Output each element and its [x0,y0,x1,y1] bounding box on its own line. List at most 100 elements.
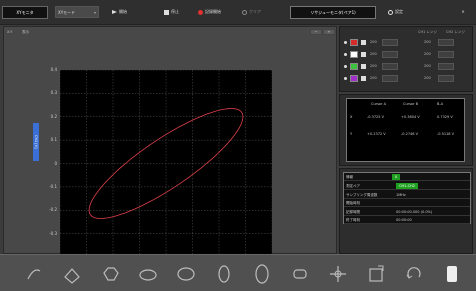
hexagon-tool-icon [103,267,119,281]
cursor-y-a: +0.2372 V [367,132,386,136]
channel-range-select-2[interactable] [438,63,454,70]
channel-row: 200 200 [344,51,470,59]
ellipse-narrow-tool-icon [218,265,230,283]
info-value: 00:00:00.000 (0.0%) [396,209,433,214]
cursor-panel: Cursor A Cursor B B-A X -0.3725 V +0.360… [339,94,473,166]
cursor-row-x-label: X [350,115,353,119]
info-row: サンプリング周波数 1MHz [344,191,470,199]
info-key: 開始時刻 [346,201,360,205]
channel-panel: CH1 レンジ CH2 レンジ 200 200 200 200 200 200 200 200 [339,26,473,92]
channel-range-select-1[interactable] [382,75,398,82]
record-button[interactable]: 記録開始 [196,6,223,18]
info-key: 測定ペア [346,184,360,188]
info-key: 終了時刻 [346,218,360,222]
channel-radio-icon[interactable] [344,77,347,80]
channel-checkbox[interactable] [361,76,366,81]
channel-row: 200 200 [344,63,470,71]
settings-button[interactable]: 設定 [386,6,405,18]
channel-color-swatch[interactable] [350,63,358,70]
channel-color-swatch[interactable] [350,39,358,46]
rounded-rect-tool-icon [293,269,307,279]
ellipse-narrow-tool-button[interactable] [214,263,234,285]
channel-range-select-1[interactable] [382,51,398,58]
channel-color-swatch[interactable] [350,75,358,82]
xy-graph-panel: X-Y 表示 − + 0.40.30.20.10-0.1-0.2-0.3-0.4… [3,26,337,263]
rounded-rect-tool-button[interactable] [290,263,310,285]
info-row: 開始時刻 [344,199,470,207]
y-tick-label: 0 [54,160,57,166]
line-tool-button[interactable] [24,263,44,285]
info-panel: 情報 0 測定ペア CH1-CH2 サンプリング周波数 1MHz 開始時刻記録時間 00:… [339,168,473,254]
info-value: 1MHz [396,192,406,197]
close-button[interactable]: ✕ [455,6,471,18]
channel-range-select-1[interactable] [382,39,398,46]
hexagon-tool-button[interactable] [100,263,120,285]
channel-radio-icon[interactable] [344,65,347,68]
window-title: XYモニタ [2,6,48,19]
diamond-tool-button[interactable] [62,263,82,285]
channel-range-select-2[interactable] [438,39,454,46]
crosshair-tool-button[interactable] [328,263,348,285]
record-icon [198,9,203,15]
resize-tool-button[interactable] [366,263,386,285]
channel-value-1: 200 [370,40,377,44]
zoom-in-button[interactable]: + [323,29,335,35]
zoom-out-button[interactable]: − [310,29,322,35]
channel-range-select-2[interactable] [438,51,454,58]
pair-info-box: リサジューモニタ(ペア1) [290,6,376,19]
erase-tool-button[interactable] [442,263,462,285]
info-tab-row: 情報 0 [344,173,470,181]
channel-checkbox[interactable] [361,52,366,57]
stop-icon [164,9,169,15]
channel-value-1: 200 [370,52,377,56]
shape-toolbar [0,254,476,291]
channel-range-select-1[interactable] [382,63,398,70]
channel-row: 200 200 [344,75,470,83]
xy-plot-area[interactable] [59,69,273,258]
rotate-tool-button[interactable] [404,263,424,285]
channel-range-select-2[interactable] [438,75,454,82]
ellipse-v-tool-button[interactable] [176,263,196,285]
cursor-x-a: -0.3725 V [367,115,385,119]
channel-checkbox[interactable] [361,64,366,69]
channel-radio-icon[interactable] [344,41,347,44]
info-table: 情報 0 測定ペア CH1-CH2 サンプリング周波数 1MHz 開始時刻記録時間 00:… [343,172,471,224]
y-tick-label: -0.1 [49,183,57,189]
info-tab-badge[interactable]: 0 [392,174,400,180]
channel-value-2: 200 [424,52,431,56]
cursor-y-diff: -0.5118 V [437,132,455,136]
cursor-x-diff: 0.7329 V [437,115,453,119]
xy-plot-svg [59,69,273,258]
channel-value-1: 200 [370,64,377,68]
top-toolbar: XYモニタ XYモード 開始 停止 記録開始 クリア リサジューモニタ(ペア1)… [0,0,476,25]
cursor-row-y-label: Y [350,132,353,136]
info-row: 記録時間 00:00:00.000 (0.0%) [344,208,470,216]
info-key: サンプリング周波数 [346,192,378,197]
gear-icon [388,9,393,15]
stop-button[interactable]: 停止 [162,6,181,18]
line-tool-icon [27,269,41,280]
start-button[interactable]: 開始 [110,6,129,18]
erase-tool-icon [447,266,457,282]
channel-value-2: 200 [424,40,431,44]
cursor-x-b: +0.3604 V [401,115,420,119]
info-key: 記録時間 [346,209,360,214]
ellipse-rot-tool-icon [255,264,269,284]
channel-color-swatch[interactable] [350,51,358,58]
cursor-a-header: Cursor A [371,102,387,106]
channel-row: 200 200 [344,39,470,47]
graph-mode-label: X-Y [7,30,13,34]
info-value: CH1-CH2 [396,183,418,189]
cursor-b-header: Cursor B [403,102,419,106]
y-axis-title: CH2 [V] [33,123,39,161]
graph-view-label: 表示 [22,30,29,34]
y-tick-label: 0.3 [50,90,57,96]
ellipse-h-tool-icon [139,269,157,281]
ellipse-h-tool-button[interactable] [138,263,158,285]
channel-checkbox[interactable] [361,40,366,45]
clear-button[interactable]: クリア [240,6,263,18]
info-tab-label: 情報 [346,175,353,179]
ellipse-rot-tool-button[interactable] [252,263,272,285]
channel-radio-icon[interactable] [344,53,347,56]
mode-dropdown[interactable]: XYモード [55,6,99,19]
